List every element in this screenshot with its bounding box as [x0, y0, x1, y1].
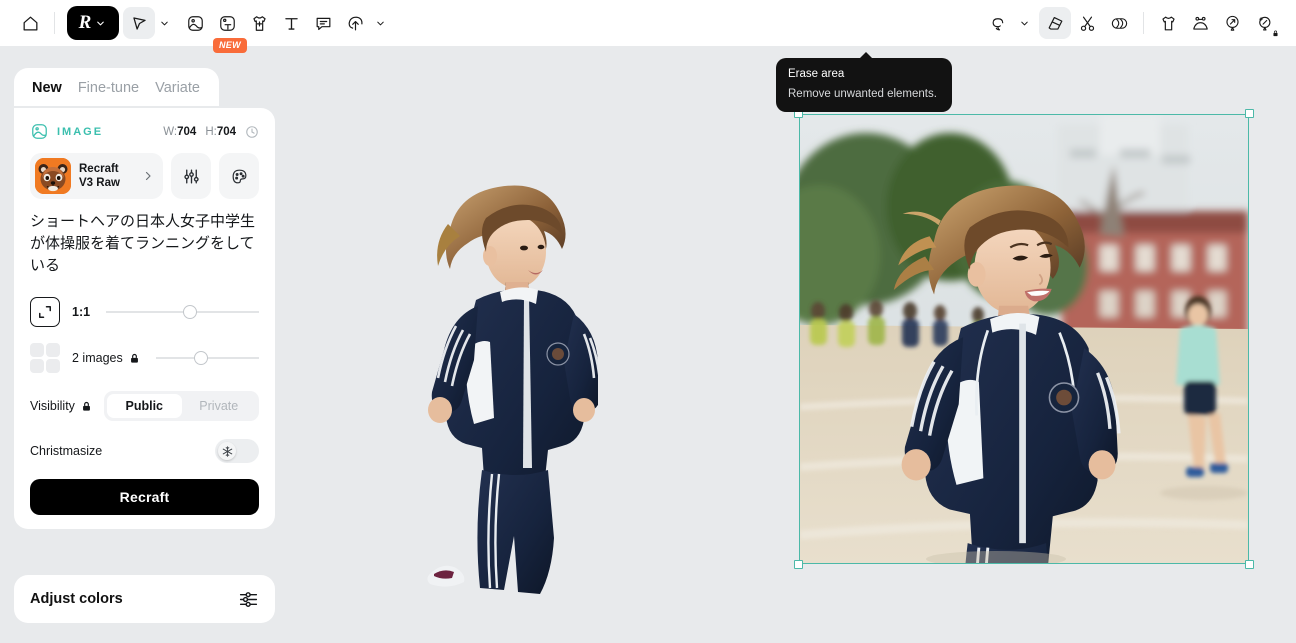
chevron-down-icon[interactable] [1015, 8, 1033, 38]
slider-knob[interactable] [194, 351, 209, 365]
blend-icon[interactable] [1103, 7, 1135, 39]
lock-icon [129, 353, 140, 364]
model-name-line1: Recraft [79, 162, 119, 175]
brand-mark: R [78, 11, 92, 33]
resize-handle-top-right[interactable] [1245, 109, 1254, 118]
visibility-row: Visibility Public Private [30, 391, 259, 421]
upscale-icon[interactable] [1216, 7, 1248, 39]
resize-handle-bottom-left[interactable] [794, 560, 803, 569]
lasso-icon[interactable] [983, 7, 1015, 39]
prompt-input[interactable]: ショートヘアの日本人女子中学生が体操服を着てランニングをしている [30, 211, 259, 281]
visibility-label: Visibility [30, 399, 92, 413]
adjust-sliders-icon[interactable] [238, 589, 259, 610]
home-icon[interactable] [14, 7, 46, 39]
enhance-icon[interactable] [1248, 7, 1280, 39]
image-dimensions: W:704 H:704 [163, 125, 259, 139]
color-palette-icon[interactable] [219, 153, 259, 199]
tshirt-icon[interactable] [243, 7, 275, 39]
model-name: Recraft V3 Raw [79, 162, 120, 191]
canvas-object-cutout-image[interactable] [398, 174, 598, 594]
tooltip-title: Erase area [788, 68, 845, 80]
toolbar-divider [54, 12, 55, 34]
chevron-down-icon[interactable] [93, 8, 107, 38]
new-badge: NEW [213, 38, 247, 53]
height-readout: H:704 [205, 126, 236, 138]
aspect-ratio-row: 1:1 [30, 297, 259, 327]
height-value: 704 [216, 125, 236, 138]
upload-icon[interactable] [339, 7, 371, 39]
chevron-down-icon[interactable] [371, 8, 389, 38]
settings-sliders-icon[interactable] [171, 153, 211, 199]
red-panda-avatar [35, 158, 71, 194]
clock-icon[interactable] [245, 125, 259, 139]
width-value: 704 [177, 125, 197, 138]
christmasize-label: Christmasize [30, 444, 103, 458]
snowflake-icon [218, 442, 236, 460]
recraft-generate-button[interactable]: Recraft [30, 479, 259, 515]
image-count-label: 2 images [72, 351, 140, 365]
width-readout: W:704 [163, 126, 196, 138]
panel-tabs: New Fine-tune Variate [14, 68, 219, 106]
width-label: W: [163, 125, 178, 138]
image-section-header: IMAGE W:704 H:704 [30, 122, 259, 141]
toolbar-right-group [983, 7, 1296, 39]
tooltip-erase-area: Erase area Remove unwanted elements. [776, 52, 952, 112]
eraser-icon[interactable] [1039, 7, 1071, 39]
brand-logo-button[interactable]: R [67, 6, 119, 40]
tab-new[interactable]: New [32, 80, 62, 96]
toolbar-left-group: R [0, 6, 389, 40]
resize-handle-bottom-right[interactable] [1245, 560, 1254, 569]
visibility-label-text: Visibility [30, 399, 75, 413]
tshirt-icon[interactable] [1152, 7, 1184, 39]
height-label: H: [205, 125, 217, 138]
aspect-ratio-label: 1:1 [72, 305, 91, 319]
aspect-ratio-icon[interactable] [30, 297, 60, 327]
lock-icon [1272, 30, 1279, 37]
grid-four-icon[interactable] [30, 343, 60, 373]
recraft-app: R NEW Erase area Remove unwanted element… [0, 0, 1296, 643]
aspect-ratio-slider[interactable] [106, 303, 259, 321]
chevron-down-icon[interactable] [155, 8, 173, 38]
visibility-option-private[interactable]: Private [182, 394, 257, 418]
image-count-row: 2 images [30, 343, 259, 373]
model-selector-row: Recraft V3 Raw [30, 153, 259, 199]
tooltip-description: Remove unwanted elements. [788, 88, 937, 100]
toolbar-divider [1143, 12, 1144, 34]
image-icon [30, 122, 49, 141]
adjust-colors-panel[interactable]: Adjust colors [14, 575, 275, 623]
lock-icon [81, 401, 92, 412]
image-count-text: 2 images [72, 351, 123, 365]
text-icon[interactable] [275, 7, 307, 39]
model-name-line2: V3 Raw [79, 177, 120, 189]
tab-variate[interactable]: Variate [155, 80, 200, 96]
image-section-label: IMAGE [57, 125, 104, 138]
slider-knob[interactable] [182, 305, 197, 319]
cursor-icon[interactable] [123, 7, 155, 39]
visibility-segmented-control: Public Private [104, 391, 259, 421]
mockup-icon[interactable] [211, 7, 243, 39]
christmasize-row: Christmasize [30, 439, 259, 463]
canvas-object-generated-image[interactable] [794, 109, 1254, 569]
adjust-colors-label: Adjust colors [30, 591, 123, 607]
top-toolbar: R [0, 0, 1296, 46]
christmasize-toggle[interactable] [215, 439, 259, 463]
visibility-option-public[interactable]: Public [107, 394, 182, 418]
tab-fine-tune[interactable]: Fine-tune [78, 80, 139, 96]
image-icon[interactable] [179, 7, 211, 39]
scissors-icon[interactable] [1071, 7, 1103, 39]
scene-icon[interactable] [1184, 7, 1216, 39]
comment-icon[interactable] [307, 7, 339, 39]
image-count-slider[interactable] [156, 349, 259, 367]
generation-panel: IMAGE W:704 H:704 Recraft V3 Raw ショートヘアの… [14, 108, 275, 529]
generated-image-frame[interactable] [799, 114, 1249, 564]
model-selector[interactable]: Recraft V3 Raw [30, 153, 163, 199]
chevron-right-icon [142, 170, 154, 182]
